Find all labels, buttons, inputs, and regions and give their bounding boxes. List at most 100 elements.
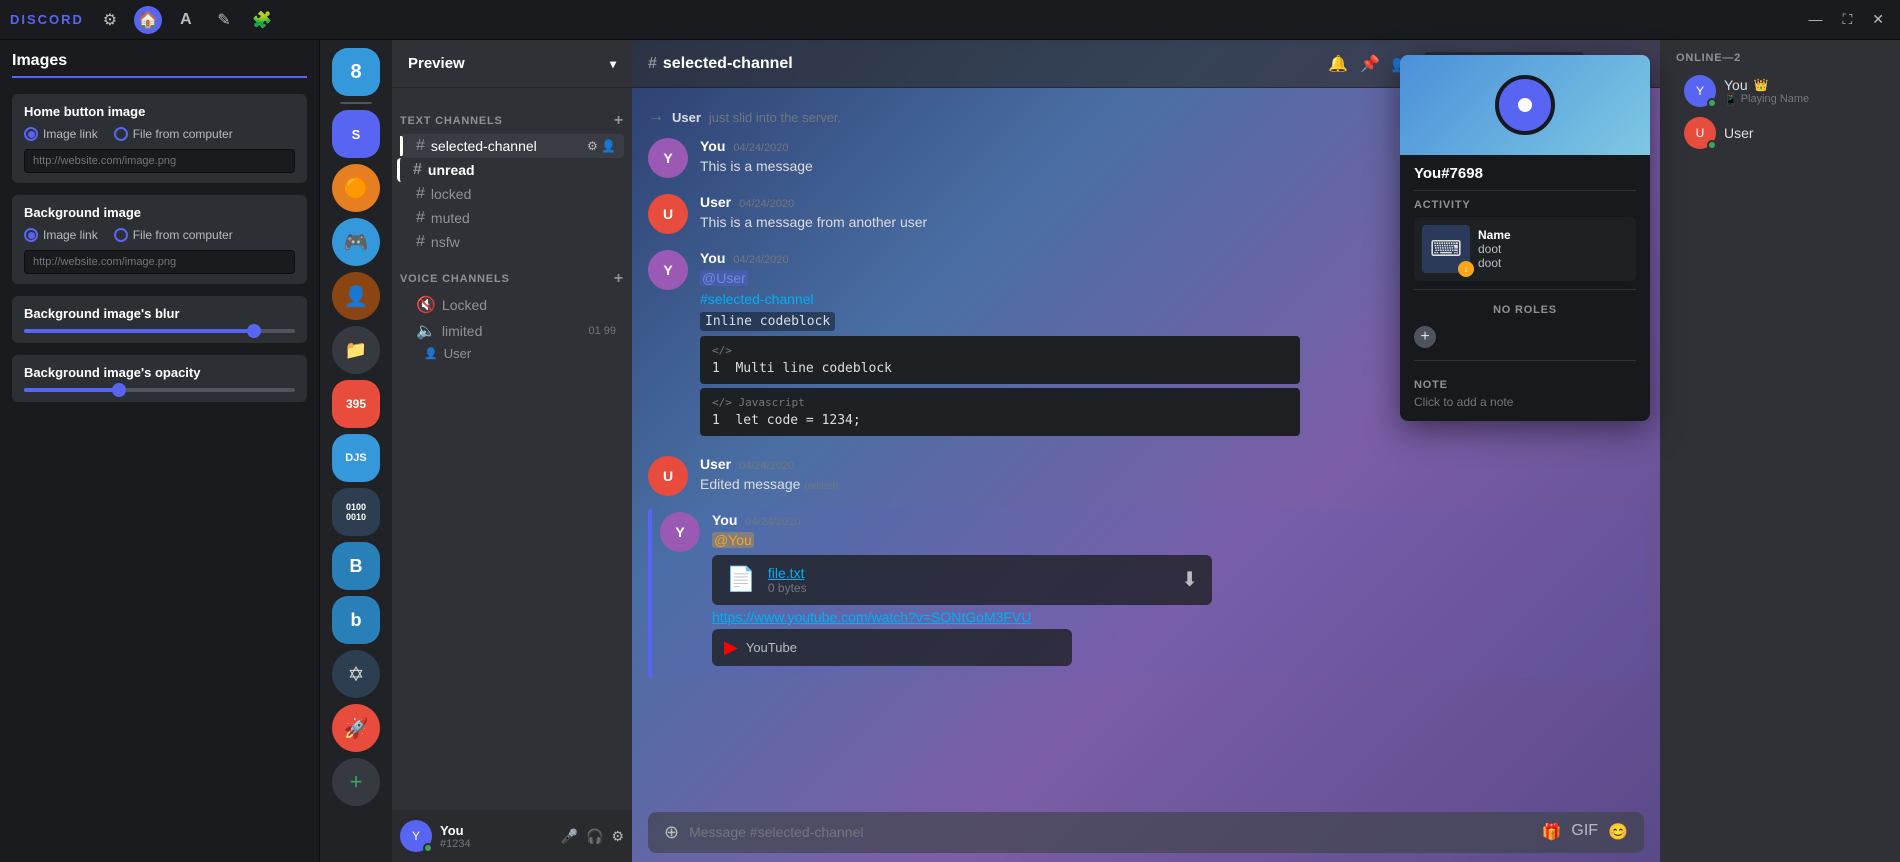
left-panel: Images Home button image Image link File… xyxy=(0,40,320,862)
add-role-button[interactable]: + xyxy=(1414,326,1436,348)
voice-user: 👤 User xyxy=(392,344,632,363)
mute-icon[interactable]: 🎤 xyxy=(561,828,578,845)
background-url-input[interactable] xyxy=(24,250,295,274)
channel-unread[interactable]: # unread xyxy=(397,158,624,182)
server-icon-binary[interactable]: 01000010 xyxy=(332,488,380,536)
channel-nsfw[interactable]: # nsfw xyxy=(400,230,624,254)
pin-icon[interactable]: 📌 xyxy=(1360,54,1380,74)
puzzle-icon[interactable]: 🧩 xyxy=(248,6,276,34)
server-icon-active[interactable]: S xyxy=(332,110,380,158)
url-link[interactable]: https://www.youtube.com/watch?v=SQNtGoM3… xyxy=(712,609,1644,625)
file-size: 0 bytes xyxy=(768,581,1169,595)
add-voice-channel-icon[interactable]: + xyxy=(614,270,624,288)
avatar: Y xyxy=(648,138,688,178)
plus-icon[interactable]: ⊕ xyxy=(664,822,679,843)
text-channels-category[interactable]: TEXT CHANNELS + xyxy=(392,96,632,134)
code-content: 1 Multi line codeblock xyxy=(712,361,1288,376)
user-bar-controls: 🎤 🎧 ⚙ xyxy=(561,828,624,845)
server-icon-djs[interactable]: DJS xyxy=(332,434,380,482)
home-button-image-link-option[interactable]: Image link xyxy=(24,127,98,141)
server-icon-star[interactable]: ✡ xyxy=(332,650,380,698)
server-icon-blue1[interactable]: B xyxy=(332,542,380,590)
panel-title: Images xyxy=(12,52,307,78)
file-radio[interactable] xyxy=(114,127,128,141)
bg-image-link-radio[interactable] xyxy=(24,228,38,242)
bell-icon[interactable]: 🔔 xyxy=(1328,54,1348,74)
profile-divider-1 xyxy=(1414,190,1636,191)
current-user-name: You xyxy=(440,823,471,838)
profile-avatar xyxy=(1495,75,1555,135)
server-header[interactable]: Preview ▾ xyxy=(392,40,632,88)
channel-muted[interactable]: # muted xyxy=(400,206,624,230)
server-list: 8 S 🟠 🎮 👤 📁 395 DJS 01000010 B xyxy=(320,40,392,862)
maximize-button[interactable]: ⛶ xyxy=(1836,11,1858,28)
image-link-radio[interactable] xyxy=(24,127,38,141)
settings-icon[interactable]: ⚙ xyxy=(611,828,624,845)
channel-locked[interactable]: # locked xyxy=(400,182,624,206)
profile-divider-3 xyxy=(1414,360,1636,361)
channel-link[interactable]: #selected-channel xyxy=(700,291,814,307)
opacity-slider-thumb[interactable] xyxy=(112,383,126,397)
gear-icon[interactable]: ⚙ xyxy=(96,6,124,34)
channel-voice-limited[interactable]: 🔈 limited 01 99 xyxy=(400,318,624,344)
server-icon-rocket[interactable]: 🚀 xyxy=(332,704,380,752)
mention: @User xyxy=(700,270,748,286)
home-icon[interactable]: 🏠 xyxy=(134,6,162,34)
background-image-title: Background image xyxy=(24,205,295,220)
opacity-slider-fill xyxy=(24,388,119,392)
blur-slider-thumb[interactable] xyxy=(247,324,261,338)
server-icon-8[interactable]: 8 xyxy=(332,48,380,96)
chat-input-box[interactable]: ⊕ Message #selected-channel 🎁 GIF 😊 xyxy=(648,812,1644,853)
message-header: User 04/24/2020 xyxy=(700,456,1644,472)
server-icon-blue2[interactable]: b xyxy=(332,596,380,644)
add-text-channel-icon[interactable]: + xyxy=(614,112,624,130)
server-icon-discord[interactable]: 🎮 xyxy=(332,218,380,266)
opacity-slider-track[interactable] xyxy=(24,388,295,392)
gif-icon[interactable]: GIF xyxy=(1571,822,1598,842)
member-avatar-you: Y xyxy=(1684,75,1716,107)
bg-file-option[interactable]: File from computer xyxy=(114,228,233,242)
home-button-url-input[interactable] xyxy=(24,149,295,173)
channel-name: nsfw xyxy=(431,234,460,250)
top-bar: DISCORD ⚙ 🏠 A ✎ 🧩 — ⛶ ✕ xyxy=(0,0,1900,40)
channel-selected-channel[interactable]: # selected-channel ⚙ 👤 xyxy=(400,134,624,158)
member-item-you[interactable]: Y You 👑 📱 Playing Name xyxy=(1668,70,1892,112)
note-section: NOTE Click to add a note xyxy=(1400,379,1650,421)
emoji-icon[interactable]: 😊 xyxy=(1608,822,1628,842)
bg-file-radio[interactable] xyxy=(114,228,128,242)
server-icon-orange[interactable]: 🟠 xyxy=(332,164,380,212)
blur-slider-track[interactable] xyxy=(24,329,295,333)
minimize-button[interactable]: — xyxy=(1802,11,1828,28)
channel-voice-locked[interactable]: 🔇 Locked xyxy=(400,292,624,318)
server-icon-folder[interactable]: 📁 xyxy=(332,326,380,374)
gift-icon[interactable]: 🎁 xyxy=(1541,822,1561,842)
server-icon-395[interactable]: 395 xyxy=(332,380,380,428)
bg-image-link-option[interactable]: Image link xyxy=(24,228,98,242)
download-icon[interactable]: ⬇ xyxy=(1181,567,1198,592)
window-controls: — ⛶ ✕ xyxy=(1802,11,1890,28)
add-server-button[interactable]: + xyxy=(332,758,380,806)
file-name[interactable]: file.txt xyxy=(768,565,1169,581)
inline-code: Inline codeblock xyxy=(700,312,835,331)
profile-divider-2 xyxy=(1414,289,1636,290)
home-button-file-option[interactable]: File from computer xyxy=(114,127,233,141)
server-label: DJS xyxy=(345,452,366,464)
member-item-user[interactable]: U User xyxy=(1668,112,1892,154)
message-username: User xyxy=(700,456,731,472)
user-bar-info: You #1234 xyxy=(440,823,471,850)
server-label: 🚀 xyxy=(344,716,369,741)
deafen-icon[interactable]: 🎧 xyxy=(586,828,603,845)
close-button[interactable]: ✕ xyxy=(1866,11,1890,28)
server-icon-brown[interactable]: 👤 xyxy=(332,272,380,320)
member-game: 📱 Playing Name xyxy=(1724,93,1809,106)
note-input[interactable]: Click to add a note xyxy=(1414,395,1636,409)
voice-user-name: User xyxy=(444,346,471,361)
voice-channels-category[interactable]: VOICE CHANNELS + xyxy=(392,254,632,292)
message-username: You xyxy=(712,512,737,528)
pen-icon[interactable]: ✎ xyxy=(210,6,238,34)
settings-icon[interactable]: ⚙ 👤 xyxy=(587,139,616,153)
user-icon[interactable]: A xyxy=(172,6,200,34)
channel-name: limited xyxy=(442,323,482,339)
message-header: You 04/24/2020 xyxy=(712,512,1644,528)
server-name: Preview xyxy=(408,55,465,72)
